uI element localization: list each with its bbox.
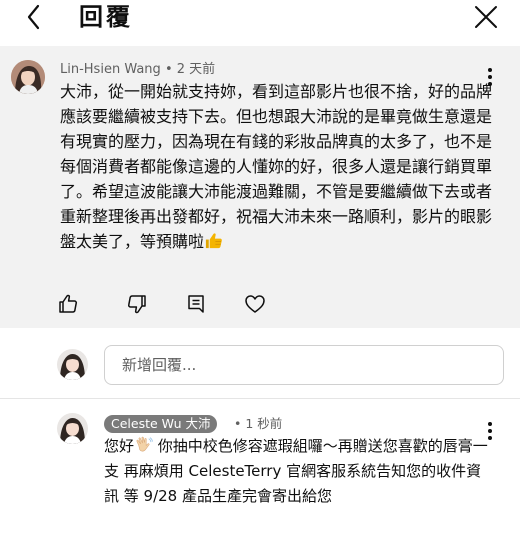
- reply-time: 1 秒前: [245, 416, 283, 431]
- back-chevron-icon: [27, 4, 40, 30]
- add-reply-input[interactable]: 新增回覆...: [104, 345, 504, 385]
- current-user-avatar: [57, 349, 88, 380]
- thumbs-up-emoji-icon: [205, 233, 222, 249]
- creator-badge[interactable]: Celeste Wu 大沛: [104, 415, 218, 433]
- comment-time: 2 天前: [176, 62, 216, 77]
- reply-meta: • 1 秒前: [234, 415, 282, 433]
- dislike-icon: [127, 295, 146, 314]
- reply-greeting: 您好: [104, 437, 135, 455]
- reply-header: 回覆: [0, 0, 520, 36]
- author-avatar[interactable]: [11, 60, 45, 94]
- parent-comment: Lin-Hsien Wang • 2 天前 大沛，從一開始就支持妳，看到這部影片…: [0, 46, 520, 328]
- page-title: 回覆: [79, 3, 133, 31]
- comment-text: 大沛，從一開始就支持妳，看到這部影片也很不捨，好的品牌應該要繼續被支持下去。但也…: [60, 82, 493, 251]
- reply-text: 你抽中校色修容遮瑕組囉～再贈送您喜歡的唇膏一支 再麻煩用 CelesteTerr…: [104, 437, 488, 505]
- close-button[interactable]: [470, 2, 500, 32]
- reply-button[interactable]: [184, 292, 208, 316]
- like-icon: [59, 294, 78, 313]
- reply-author-avatar[interactable]: [57, 413, 88, 444]
- comment-actions: [0, 292, 520, 316]
- meta-separator: •: [164, 62, 173, 77]
- meta-separator: •: [234, 416, 242, 431]
- reply-icon: [188, 295, 204, 313]
- divider: [0, 398, 520, 399]
- close-icon: [475, 6, 497, 28]
- author-name[interactable]: Lin-Hsien Wang: [60, 62, 161, 77]
- waving-hand-emoji-icon: [136, 436, 153, 452]
- dislike-button[interactable]: [125, 292, 149, 316]
- heart-icon: [245, 295, 265, 313]
- comment-body: 大沛，從一開始就支持妳，看到這部影片也很不捨，好的品牌應該要繼續被支持下去。但也…: [60, 79, 506, 254]
- back-button[interactable]: [20, 2, 50, 32]
- heart-button[interactable]: [243, 292, 267, 316]
- comment-meta: Lin-Hsien Wang • 2 天前: [60, 61, 215, 79]
- reply-body: 您好 你抽中校色修容遮瑕組囉～再贈送您喜歡的唇膏一支 再麻煩用 CelesteT…: [104, 434, 488, 509]
- like-button[interactable]: [56, 292, 80, 316]
